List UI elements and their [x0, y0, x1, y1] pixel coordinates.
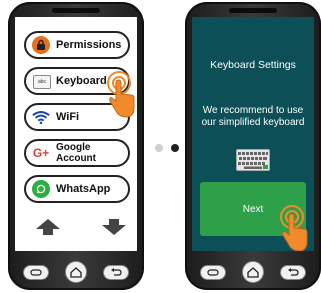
home-icon[interactable] — [242, 261, 264, 283]
right-phone: Keyboard Settings We recommend to use ou… — [185, 2, 321, 290]
whatsapp-label: WhatsApp — [56, 182, 111, 195]
wifi-label: WiFi — [56, 110, 80, 123]
keyboard-icon-text: abc — [37, 79, 47, 85]
whatsapp-button[interactable]: WhatsApp — [24, 175, 130, 203]
google-account-label: Google Account — [56, 142, 96, 164]
next-label: Next — [242, 203, 264, 215]
google-plus-icon: G+ — [32, 146, 50, 160]
right-screen: Keyboard Settings We recommend to use ou… — [192, 17, 314, 251]
keyboard-preview-icon — [236, 149, 270, 176]
back-icon[interactable] — [280, 264, 306, 280]
page-dot-active — [171, 144, 179, 152]
tap-hand-icon — [276, 205, 310, 251]
tap-hand-icon — [103, 71, 137, 124]
left-phone: Permissions abc Keyboard WiFi G+ Google … — [8, 2, 144, 290]
lock-icon — [32, 36, 50, 54]
google-account-button[interactable]: G+ Google Account — [24, 139, 130, 167]
scroll-down-icon[interactable] — [101, 217, 127, 242]
permissions-label: Permissions — [56, 38, 122, 51]
phone-speaker — [52, 8, 100, 13]
recommend-message: We recommend to use our simplified keybo… — [201, 105, 305, 128]
permissions-button[interactable]: Permissions — [24, 31, 130, 59]
recent-apps-icon[interactable] — [200, 264, 226, 280]
left-nav-bar — [23, 260, 129, 284]
keyboard-icon: abc — [33, 75, 51, 89]
home-icon[interactable] — [65, 261, 87, 283]
keyboard-label: Keyboard — [56, 74, 107, 87]
whatsapp-icon — [32, 180, 50, 198]
right-nav-bar — [200, 260, 306, 284]
keyboard-settings-title: Keyboard Settings — [210, 59, 296, 71]
recent-apps-icon[interactable] — [23, 264, 49, 280]
page-dot-inactive — [155, 144, 163, 152]
wifi-icon — [32, 108, 50, 126]
left-screen: Permissions abc Keyboard WiFi G+ Google … — [15, 17, 137, 251]
page-indicator — [155, 144, 179, 152]
scroll-up-icon[interactable] — [35, 217, 61, 242]
back-icon[interactable] — [103, 264, 129, 280]
phone-speaker — [229, 8, 277, 13]
